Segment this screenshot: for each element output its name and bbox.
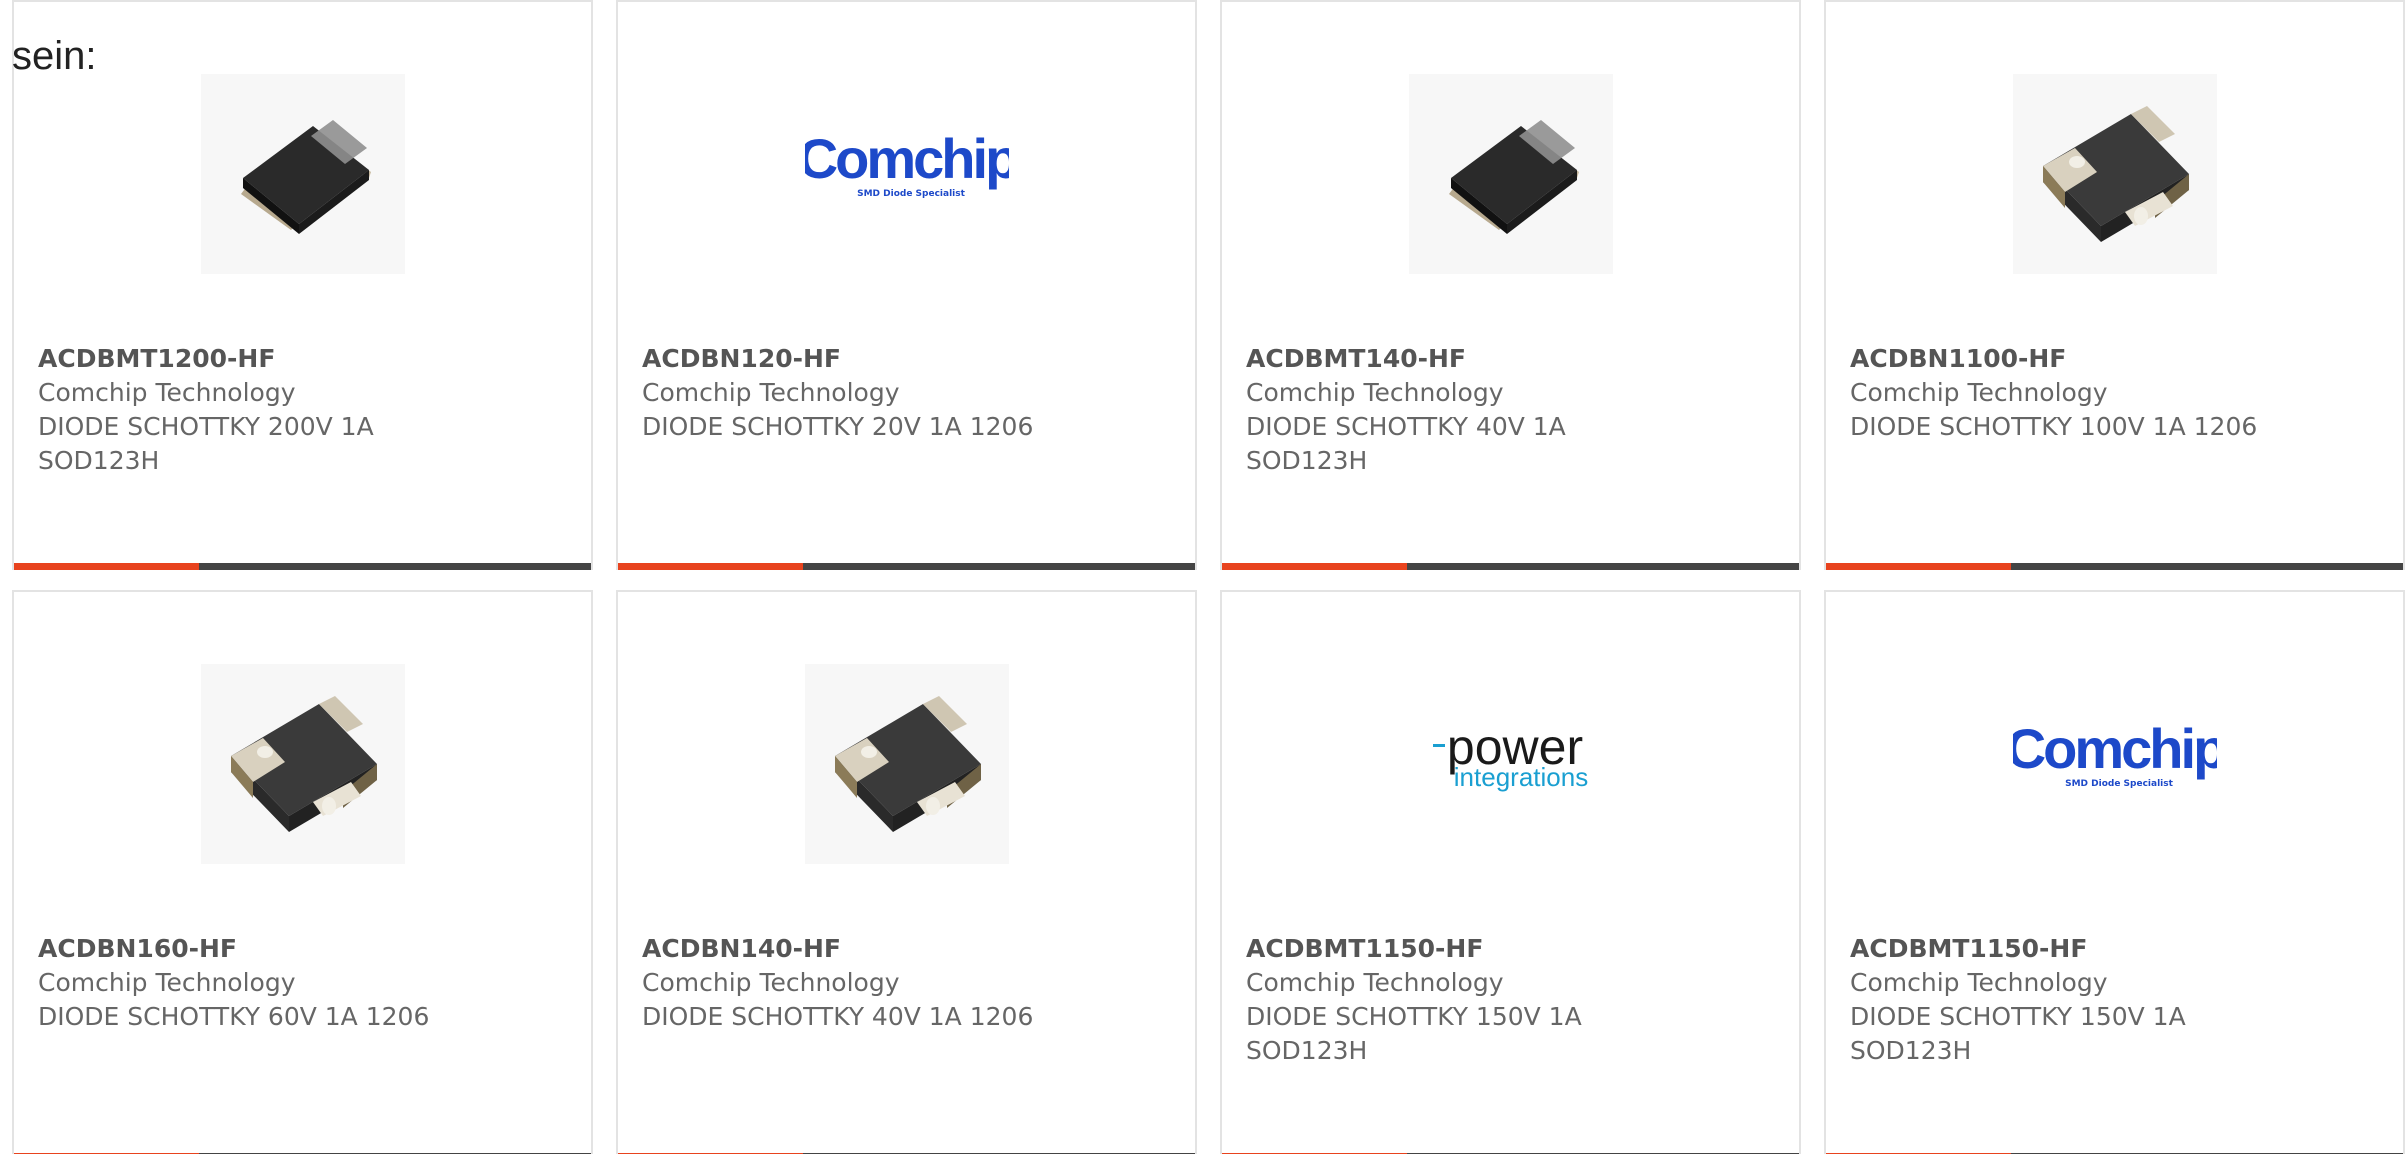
- product-card[interactable]: Comchip SMD Diode Specialist ACDBN120-HF Co…: [616, 0, 1197, 570]
- product-card[interactable]: ACDBN160-HF Comchip Technology DIODE SCHOT…: [12, 590, 593, 1154]
- description: DIODE SCHOTTKY 100V 1A 1206: [1850, 412, 2258, 441]
- manufacturer: Comchip Technology: [38, 968, 296, 997]
- description: DIODE SCHOTTKY 20V 1A 1206: [642, 412, 1034, 441]
- 1206-diode-image[interactable]: [2012, 74, 2217, 274]
- svg-text:integrations: integrations: [1453, 762, 1587, 792]
- part-number[interactable]: ACDBMT1200-HF: [38, 342, 567, 376]
- product-card[interactable]: power integrations ACDBMT1150-HF Comchip Te…: [1220, 590, 1801, 1154]
- product-card[interactable]: ACDBMT1200-HF Comchip Technology DIODE SCH…: [12, 0, 593, 570]
- part-number[interactable]: ACDBMT1150-HF: [1850, 932, 2379, 966]
- product-info: ACDBMT1150-HF Comchip Technology DIODE SCH…: [1246, 932, 1775, 1068]
- part-number[interactable]: ACDBMT140-HF: [1246, 342, 1775, 376]
- svg-text:SMD Diode Specialist: SMD Diode Specialist: [2065, 779, 2174, 789]
- product-link[interactable]: ACDBMT1200-HF Comchip Technology DIODE SCH…: [14, 2, 591, 570]
- product-card[interactable]: Comchip SMD Diode Specialist ACDBMT1150-HF…: [1824, 590, 2405, 1154]
- sod123h-diode-image[interactable]: [1408, 74, 1613, 274]
- product-info: ACDBN120-HF Comchip Technology DIODE SCHOT…: [642, 342, 1171, 444]
- manufacturer: Comchip Technology: [1246, 378, 1504, 407]
- 1206-diode-image[interactable]: [804, 664, 1009, 864]
- progress-bar: [618, 563, 1195, 570]
- description: DIODE SCHOTTKY 150V 1A SOD123H: [1850, 1002, 2186, 1065]
- product-link[interactable]: power integrations ACDBMT1150-HF Comchip Te…: [1222, 592, 1799, 1154]
- description: DIODE SCHOTTKY 40V 1A 1206: [642, 1002, 1034, 1031]
- description: DIODE SCHOTTKY 40V 1A SOD123H: [1246, 412, 1566, 475]
- description: DIODE SCHOTTKY 200V 1A SOD123H: [38, 412, 374, 475]
- product-info: ACDBN160-HF Comchip Technology DIODE SCHOT…: [38, 932, 567, 1034]
- product-link[interactable]: ACDBN140-HF Comchip Technology DIODE SCHOT…: [618, 592, 1195, 1154]
- description: DIODE SCHOTTKY 150V 1A SOD123H: [1246, 1002, 1582, 1065]
- intro-text: sein:: [12, 34, 97, 78]
- progress-fill: [1826, 563, 2011, 570]
- part-number[interactable]: ACDBN160-HF: [38, 932, 567, 966]
- progress-fill: [618, 563, 803, 570]
- manufacturer: Comchip Technology: [1246, 968, 1504, 997]
- progress-fill: [14, 563, 199, 570]
- manufacturer: Comchip Technology: [38, 378, 296, 407]
- description: DIODE SCHOTTKY 60V 1A 1206: [38, 1002, 430, 1031]
- product-info: ACDBMT1150-HF Comchip Technology DIODE SCH…: [1850, 932, 2379, 1068]
- comchip-logo[interactable]: Comchip SMD Diode Specialist: [805, 74, 1009, 274]
- progress-bar: [1826, 563, 2403, 570]
- part-number[interactable]: ACDBMT1150-HF: [1246, 932, 1775, 966]
- svg-text:Comchip: Comchip: [805, 127, 1009, 190]
- product-link[interactable]: ACDBN1100-HF Comchip Technology DIODE SCHO…: [1826, 2, 2403, 570]
- svg-text:Comchip: Comchip: [2013, 717, 2217, 780]
- product-link[interactable]: ACDBMT140-HF Comchip Technology DIODE SCHO…: [1222, 2, 1799, 570]
- manufacturer: Comchip Technology: [642, 968, 900, 997]
- comchip-logo[interactable]: Comchip SMD Diode Specialist: [2013, 664, 2217, 864]
- power-integrations-logo[interactable]: power integrations: [1409, 664, 1613, 864]
- svg-text:SMD Diode Specialist: SMD Diode Specialist: [857, 189, 966, 199]
- sod123h-diode-image[interactable]: [200, 74, 405, 274]
- part-number[interactable]: ACDBN120-HF: [642, 342, 1171, 376]
- progress-fill: [1222, 563, 1407, 570]
- product-info: ACDBN140-HF Comchip Technology DIODE SCHOT…: [642, 932, 1171, 1034]
- manufacturer: Comchip Technology: [642, 378, 900, 407]
- manufacturer: Comchip Technology: [1850, 968, 2108, 997]
- product-card[interactable]: ACDBN1100-HF Comchip Technology DIODE SCHO…: [1824, 0, 2405, 570]
- product-info: ACDBN1100-HF Comchip Technology DIODE SCHO…: [1850, 342, 2379, 444]
- product-link[interactable]: Comchip SMD Diode Specialist ACDBMT1150-HF…: [1826, 592, 2403, 1154]
- part-number[interactable]: ACDBN140-HF: [642, 932, 1171, 966]
- product-link[interactable]: ACDBN160-HF Comchip Technology DIODE SCHOT…: [14, 592, 591, 1154]
- progress-bar: [1222, 563, 1799, 570]
- product-card[interactable]: ACDBMT140-HF Comchip Technology DIODE SCHO…: [1220, 0, 1801, 570]
- product-info: ACDBMT140-HF Comchip Technology DIODE SCHO…: [1246, 342, 1775, 478]
- product-info: ACDBMT1200-HF Comchip Technology DIODE SCH…: [38, 342, 567, 478]
- product-link[interactable]: Comchip SMD Diode Specialist ACDBN120-HF Co…: [618, 2, 1195, 570]
- part-number[interactable]: ACDBN1100-HF: [1850, 342, 2379, 376]
- product-card[interactable]: ACDBN140-HF Comchip Technology DIODE SCHOT…: [616, 590, 1197, 1154]
- manufacturer: Comchip Technology: [1850, 378, 2108, 407]
- progress-bar: [14, 563, 591, 570]
- 1206-diode-image[interactable]: [200, 664, 405, 864]
